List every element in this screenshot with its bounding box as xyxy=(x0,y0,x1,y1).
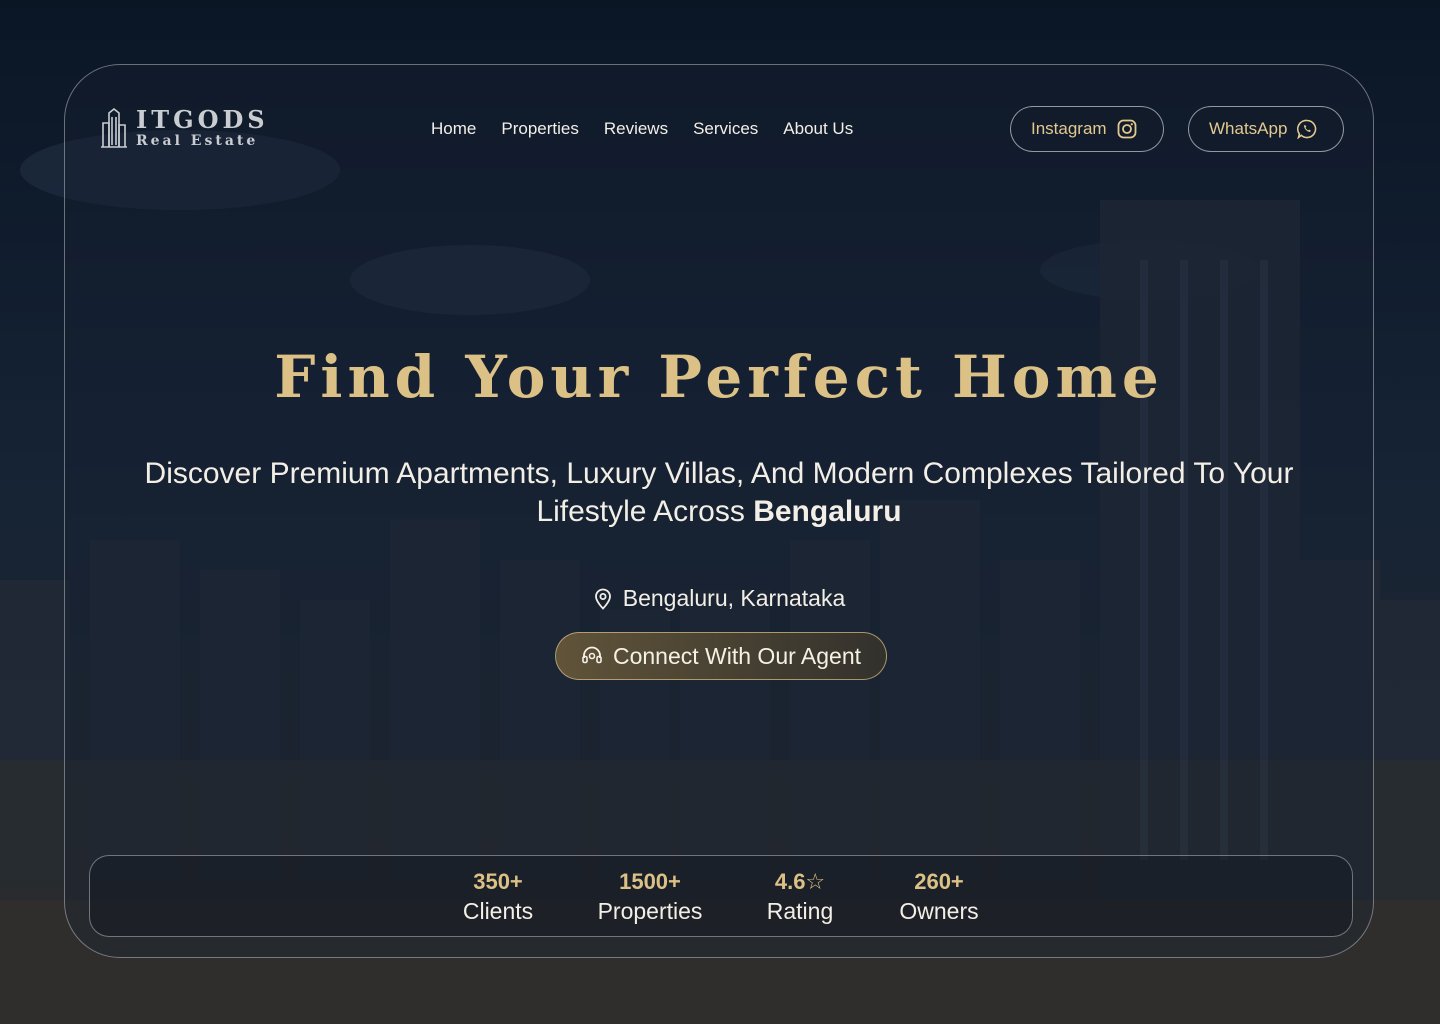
connect-agent-label: Connect With Our Agent xyxy=(612,642,861,669)
whatsapp-button[interactable]: WhatsApp xyxy=(1188,106,1344,152)
stat-label: Properties xyxy=(597,898,703,924)
nav-reviews[interactable]: Reviews xyxy=(604,119,668,139)
instagram-icon xyxy=(1117,119,1136,139)
nav-about-us[interactable]: About Us xyxy=(783,119,853,139)
headset-icon xyxy=(582,646,602,664)
hero-title: Find Your Perfect Home xyxy=(274,343,1164,411)
stat-value: 1500+ xyxy=(619,869,681,894)
instagram-label: Instagram xyxy=(1031,119,1107,138)
map-pin-icon xyxy=(594,588,611,610)
nav-properties[interactable]: Properties xyxy=(501,119,578,139)
stat-rating: 4.6☆ Rating xyxy=(760,868,840,926)
stat-label: Rating xyxy=(766,898,834,924)
connect-agent-button[interactable]: Connect With Our Agent xyxy=(555,632,887,680)
instagram-button[interactable]: Instagram xyxy=(1010,106,1164,152)
hero-subtitle-text: Discover Premium Apartments, Luxury Vill… xyxy=(144,457,1294,528)
nav-services[interactable]: Services xyxy=(693,119,758,139)
stat-value: 350+ xyxy=(473,869,523,894)
stat-properties: 1500+ Properties xyxy=(590,868,710,926)
location-row: Bengaluru, Karnataka xyxy=(65,585,1373,612)
main-nav: Home Properties Reviews Services About U… xyxy=(431,119,853,139)
stats-bar: 350+ Clients 1500+ Properties 4.6☆ Ratin… xyxy=(89,855,1353,937)
whatsapp-label: WhatsApp xyxy=(1209,119,1288,138)
building-icon xyxy=(101,107,127,148)
stat-clients: 350+ Clients xyxy=(452,868,544,926)
nav-home[interactable]: Home xyxy=(431,119,476,139)
brand-name: ITGODS xyxy=(136,105,269,134)
stat-label: Owners xyxy=(899,898,979,924)
stat-value: 260+ xyxy=(914,869,964,894)
hero-card: ITGODS Real Estate Home Properties Revie… xyxy=(64,64,1374,958)
stat-value: 4.6☆ xyxy=(774,869,826,894)
brand-tagline: Real Estate xyxy=(136,133,259,149)
brand-logo[interactable]: ITGODS Real Estate xyxy=(100,107,269,149)
location-text: Bengaluru, Karnataka xyxy=(622,585,846,611)
hero-subtitle-city: Bengaluru xyxy=(753,495,902,528)
hero-subtitle: Discover Premium Apartments, Luxury Vill… xyxy=(105,455,1333,531)
stat-owners: 260+ Owners xyxy=(890,868,988,926)
stat-label: Clients xyxy=(462,898,534,924)
whatsapp-icon xyxy=(1297,119,1317,139)
